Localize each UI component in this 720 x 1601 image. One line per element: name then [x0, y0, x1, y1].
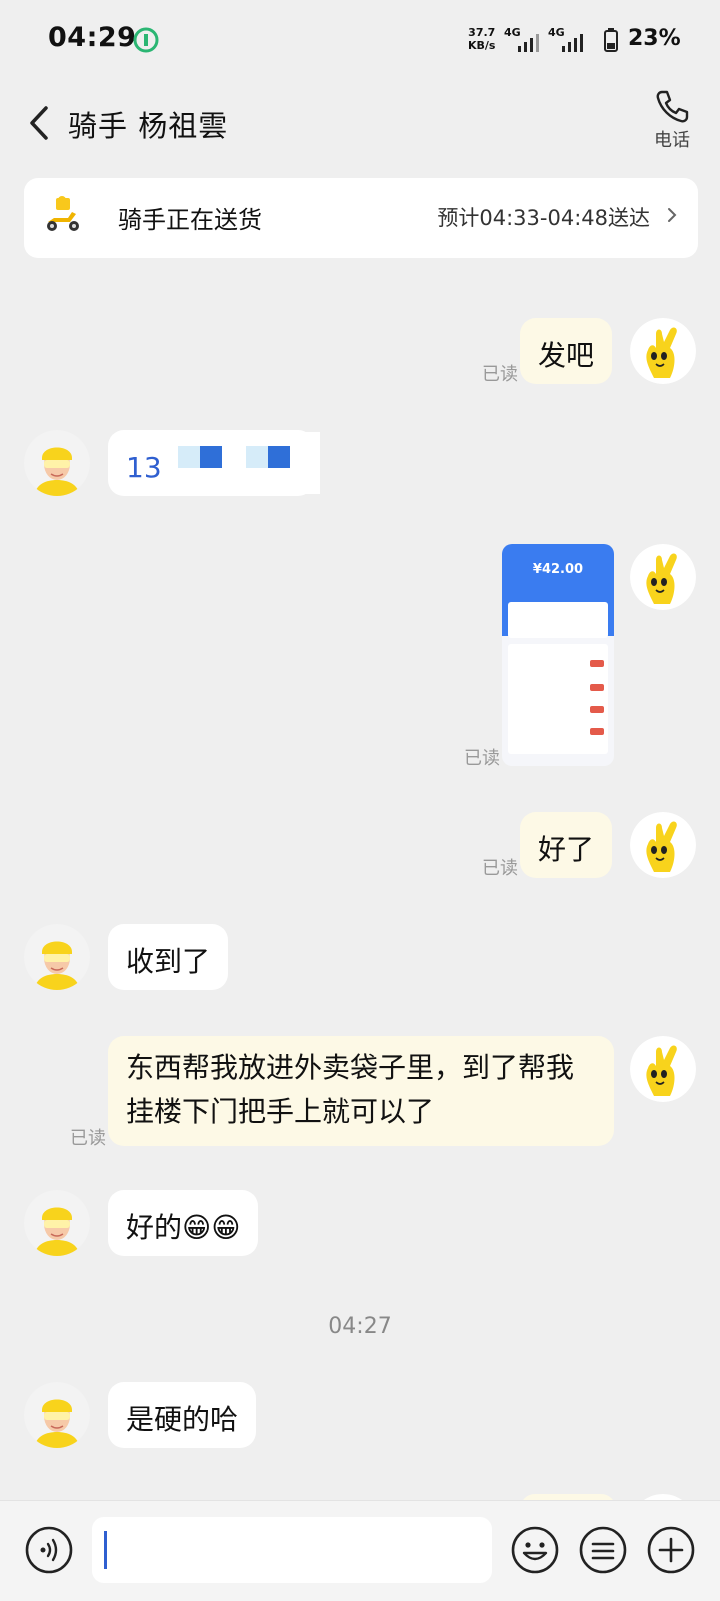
- net-speed-value: 37.7: [468, 26, 496, 39]
- hand-mascot-icon: [630, 812, 696, 878]
- read-receipt: 已读: [482, 858, 518, 879]
- read-receipt: 已读: [70, 1128, 106, 1149]
- rider-avatar-icon: [24, 924, 90, 990]
- read-receipt: 已读: [482, 364, 518, 385]
- chevron-left-icon[interactable]: [24, 104, 54, 142]
- message-bubble[interactable]: 好的😁😁: [108, 1190, 259, 1256]
- screenshot-row-button: [590, 728, 604, 735]
- delivery-status-text: 骑手正在送货: [118, 206, 262, 234]
- redaction-block: [268, 446, 290, 468]
- screenshot-row-button: [590, 684, 604, 691]
- phone-icon: [656, 90, 689, 123]
- message-bubble[interactable]: 好了: [520, 812, 613, 878]
- status-bar: 04:29 37.7 KB/s 4G 4G 23%: [0, 0, 720, 80]
- message-bubble[interactable]: 收到了: [108, 924, 229, 990]
- rider-avatar[interactable]: [24, 1190, 90, 1256]
- chat-header: 骑手 杨祖雲 电话: [0, 80, 720, 170]
- my-avatar[interactable]: [630, 812, 696, 878]
- battery-percent: 23%: [628, 26, 681, 51]
- message-bubble[interactable]: 发吧: [520, 318, 613, 384]
- rider-avatar[interactable]: [24, 1382, 90, 1448]
- voice-icon[interactable]: [24, 1525, 74, 1575]
- hand-mascot-icon: [630, 318, 696, 384]
- rider-avatar[interactable]: [24, 924, 90, 990]
- my-avatar[interactable]: [630, 1036, 696, 1102]
- my-avatar[interactable]: [630, 544, 696, 610]
- rider-avatar-icon: [24, 430, 90, 496]
- signal-bars-icon: [562, 34, 583, 52]
- call-button[interactable]: 电话: [648, 88, 696, 152]
- composer-bar: [0, 1500, 720, 1601]
- rider-avatar-icon: [24, 1190, 90, 1256]
- screenshot-list: [508, 644, 608, 754]
- call-label: 电话: [654, 130, 690, 151]
- signal-2: 4G: [548, 26, 588, 54]
- message-bubble[interactable]: 东西帮我放进外卖袋子里，到了帮我挂楼下门把手上就可以了: [108, 1036, 614, 1146]
- battery-icon: [604, 28, 618, 52]
- status-time: 04:29: [48, 22, 137, 53]
- my-avatar[interactable]: [630, 318, 696, 384]
- text-caret: [104, 1531, 107, 1569]
- net-speed: 37.7 KB/s: [468, 26, 495, 52]
- plus-icon[interactable]: [646, 1525, 696, 1575]
- list-icon[interactable]: [578, 1525, 628, 1575]
- screenshot-card: [508, 602, 608, 638]
- screenshot-amount: ¥42.00: [532, 562, 584, 577]
- screenshot-row-button: [590, 706, 604, 713]
- redaction-block: [200, 446, 222, 468]
- app-notification-icon: [133, 27, 159, 53]
- net-speed-unit: KB/s: [468, 39, 496, 52]
- signal-1: 4G: [504, 26, 544, 54]
- payment-screenshot[interactable]: ¥42.00: [502, 544, 614, 766]
- page-title: 骑手 杨祖雲: [68, 109, 229, 143]
- message-timestamp: 04:27: [328, 1314, 392, 1339]
- message-input[interactable]: [92, 1517, 492, 1583]
- screenshot-row-button: [590, 660, 604, 667]
- read-receipt: 已读: [464, 748, 500, 769]
- hand-mascot-icon: [630, 1036, 696, 1102]
- signal-bars-icon: [518, 34, 539, 52]
- scooter-icon: [47, 196, 79, 231]
- delivery-status-card[interactable]: 骑手正在送货 预计04:33-04:48送达: [24, 178, 698, 258]
- hand-mascot-icon: [630, 544, 696, 610]
- message-bubble[interactable]: 是硬的哈: [108, 1382, 257, 1448]
- smile-icon[interactable]: [510, 1525, 560, 1575]
- delivery-eta: 预计04:33-04:48送达: [437, 206, 650, 230]
- chevron-right-icon: [668, 208, 677, 222]
- rider-avatar-icon: [24, 1382, 90, 1448]
- rider-avatar[interactable]: [24, 430, 90, 496]
